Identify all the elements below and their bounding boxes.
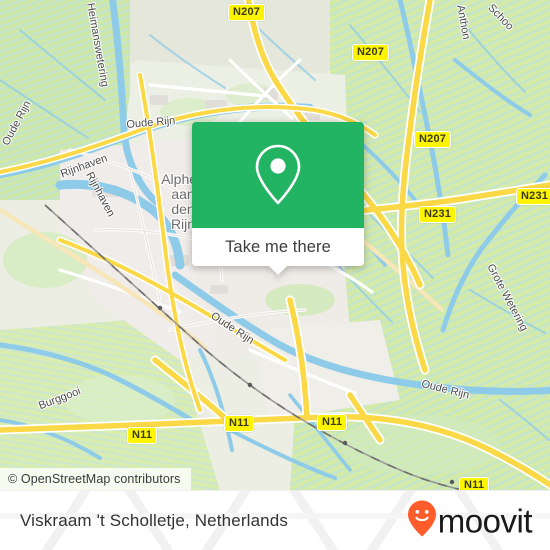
place-name: Viskraam 't Scholletje, Netherlands xyxy=(20,511,289,530)
footer-bar: Viskraam 't Scholletje, Netherlands moov… xyxy=(0,490,550,550)
moovit-smiley-pin-icon xyxy=(407,500,437,543)
attribution-text: © OpenStreetMap contributors xyxy=(8,472,181,486)
moovit-map-screenshot: N207 N207 N207 N231 N231 N11 N11 N11 N11… xyxy=(0,0,550,550)
road-shield: N11 xyxy=(459,477,490,490)
popup-tail xyxy=(269,266,287,275)
map-popup[interactable]: Take me there xyxy=(192,122,364,275)
take-me-there-label: Take me there xyxy=(225,237,331,256)
popup-pin-panel xyxy=(192,122,364,228)
road-shield: N231 xyxy=(516,188,550,205)
road-shield: N207 xyxy=(414,131,452,148)
road-shield: N11 xyxy=(127,427,158,444)
road-shield: N11 xyxy=(317,414,348,431)
road-shield: N11 xyxy=(224,415,255,432)
location-pin-icon xyxy=(251,143,305,207)
road-shield: N207 xyxy=(352,44,390,61)
road-shield: N231 xyxy=(419,206,457,223)
popup-action-bar[interactable]: Take me there xyxy=(192,228,364,275)
moovit-wordmark: moovit xyxy=(437,502,533,540)
map-attribution[interactable]: © OpenStreetMap contributors xyxy=(0,468,191,490)
road-shield: N207 xyxy=(228,4,266,21)
moovit-logo[interactable]: moovit xyxy=(407,500,533,543)
